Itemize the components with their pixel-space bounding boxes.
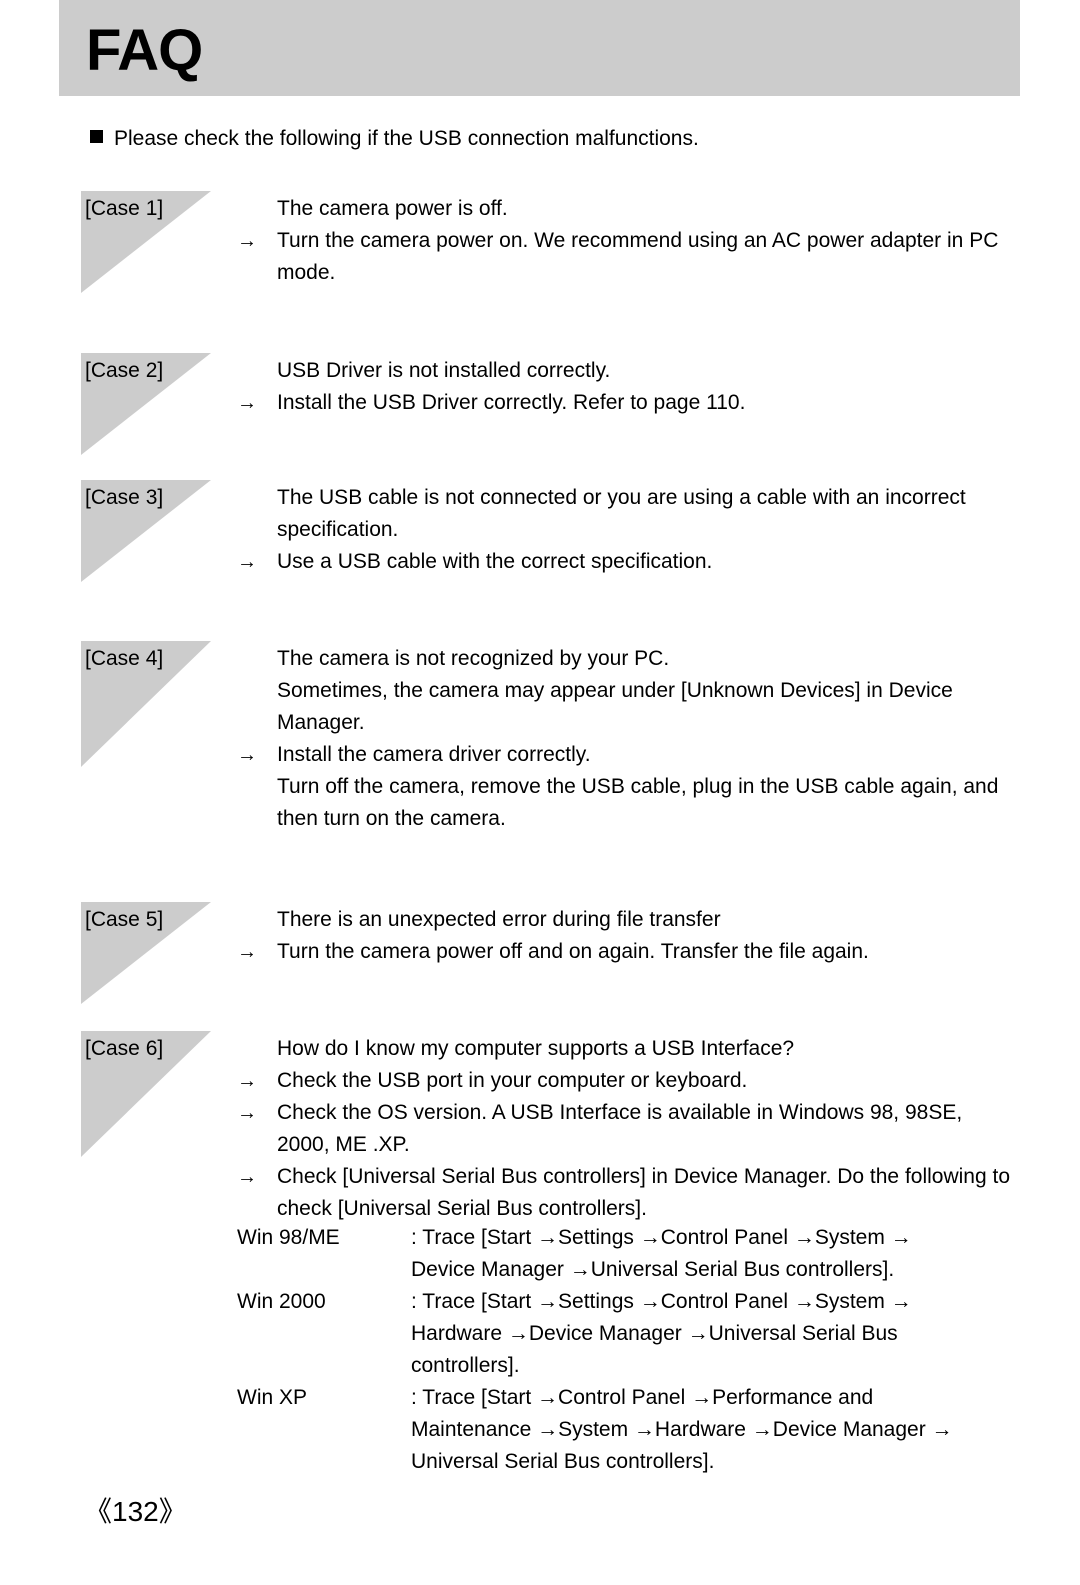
case-line: Turn off the camera, remove the USB cabl… (237, 771, 1011, 803)
right-arrow-icon: → (237, 1102, 257, 1124)
case-line-text: Turn the camera power on. We recommend u… (277, 229, 999, 252)
right-arrow-icon: → (237, 392, 257, 414)
page-header-band: FAQ (59, 0, 1020, 96)
case-line-text: specification. (277, 518, 399, 541)
case-line: → Install the USB Driver correctly. Refer… (237, 387, 1011, 419)
case-label: [Case 1] (85, 197, 164, 220)
windows-trace-row-group: Win 98/ME : Trace [Start →Settings →Contr… (237, 1222, 1011, 1286)
case-line-text: 2000, ME .XP. (277, 1133, 410, 1156)
windows-trace-row-group: Win 2000 : Trace [Start →Settings →Contro… (237, 1286, 1011, 1382)
windows-trace-continuation: Maintenance →System →Hardware →Device Ma… (411, 1418, 953, 1441)
case-line: The camera power is off. (237, 193, 1011, 225)
right-arrow-icon: → (237, 1166, 257, 1188)
windows-trace-steps: : Trace [Start →Control Panel →Performan… (411, 1386, 874, 1409)
windows-trace-continuation: Device Manager →Universal Serial Bus con… (411, 1258, 895, 1281)
case-line-text: then turn on the camera. (277, 807, 506, 830)
windows-trace-row: Win XP : Trace [Start →Control Panel →Per… (237, 1382, 1011, 1414)
windows-trace-continuation: Universal Serial Bus controllers]. (411, 1450, 715, 1473)
case-label: [Case 4] (85, 647, 164, 670)
faq-case-block: [Case 5] There is an unexpected error dur… (81, 896, 1011, 1004)
case-line: → Check [Universal Serial Bus controllers… (237, 1161, 1011, 1193)
windows-version-label: Win 98/ME (237, 1226, 340, 1249)
case-line-text: Install the camera driver correctly. (277, 743, 591, 766)
intro-text: Please check the following if the USB co… (114, 127, 699, 150)
case-line: → Turn the camera power off and on again.… (237, 936, 1011, 968)
case-lines: The camera power is off. → Turn the camera… (237, 185, 1011, 289)
case-line: specification. (237, 514, 1011, 546)
faq-case-block: [Case 1] The camera power is off. → Turn th… (81, 185, 1011, 293)
case-line-text: Manager. (277, 711, 365, 734)
case-label: [Case 5] (85, 908, 164, 931)
case-line-text: There is an unexpected error during file… (277, 908, 721, 931)
windows-trace-continuation: Hardware →Device Manager →Universal Seri… (411, 1322, 898, 1345)
case-label: [Case 2] (85, 359, 164, 382)
case-line: USB Driver is not installed correctly. (237, 355, 1011, 387)
case-label: [Case 6] (85, 1037, 164, 1060)
case-lines: There is an unexpected error during file… (237, 896, 1011, 968)
case-line: → Turn the camera power on. We recommend … (237, 225, 1011, 257)
case-line-text: USB Driver is not installed correctly. (277, 359, 611, 382)
windows-version-label: Win XP (237, 1386, 308, 1409)
case-line-text: Use a USB cable with the correct specifi… (277, 550, 713, 573)
right-arrow-icon: → (237, 941, 257, 963)
right-arrow-icon: → (237, 230, 257, 252)
case-label: [Case 3] (85, 486, 164, 509)
right-arrow-icon: → (237, 551, 257, 573)
case-line-text: How do I know my computer supports a USB… (277, 1037, 795, 1060)
case-line: The camera is not recognized by your PC. (237, 643, 1011, 675)
filled-square-bullet-icon (90, 130, 103, 143)
windows-trace-row: Win 2000 : Trace [Start →Settings →Contro… (237, 1286, 1011, 1318)
windows-trace-row: Win 98/ME : Trace [Start →Settings →Contr… (237, 1222, 1011, 1254)
faq-case-block: [Case 6] How do I know my computer suppor… (81, 1025, 1011, 1225)
faq-case-block: [Case 3] The USB cable is not connected o… (81, 474, 1011, 582)
case-line-text: The camera is not recognized by your PC. (277, 647, 670, 670)
case-line-text: The camera power is off. (277, 197, 508, 220)
page-title: FAQ (86, 18, 203, 83)
case-line: The USB cable is not connected or you ar… (237, 482, 1011, 514)
windows-trace-table: Win 98/ME : Trace [Start →Settings →Contr… (81, 1222, 1011, 1478)
intro-row: Please check the following if the USB co… (90, 126, 699, 152)
case-line-text: Install the USB Driver correctly. Refer … (277, 391, 746, 414)
case-line: Manager. (237, 707, 1011, 739)
case-line: → Install the camera driver correctly. (237, 739, 1011, 771)
case-line: check [Universal Serial Bus controllers]… (237, 1193, 1011, 1225)
case-lines: The USB cable is not connected or you ar… (237, 474, 1011, 578)
case-line: 2000, ME .XP. (237, 1129, 1011, 1161)
case-line: → Use a USB cable with the correct specif… (237, 546, 1011, 578)
case-line-text: Turn off the camera, remove the USB cabl… (277, 775, 999, 798)
case-line-text: Sometimes, the camera may appear under [… (277, 679, 953, 702)
case-line: Sometimes, the camera may appear under [… (237, 675, 1011, 707)
case-line: How do I know my computer supports a USB… (237, 1033, 1011, 1065)
windows-trace-steps: : Trace [Start →Settings →Control Panel … (411, 1290, 912, 1313)
windows-trace-continuation: controllers]. (411, 1354, 520, 1377)
case-lines: The camera is not recognized by your PC.… (237, 635, 1011, 835)
case-line-text: The USB cable is not connected or you ar… (277, 486, 966, 509)
case-line: mode. (237, 257, 1011, 289)
right-arrow-icon: → (237, 744, 257, 766)
case-line-text: Check the OS version. A USB Interface is… (277, 1101, 963, 1124)
case-lines: How do I know my computer supports a USB… (237, 1025, 1011, 1225)
case-line-text: check [Universal Serial Bus controllers]… (277, 1197, 647, 1220)
windows-version-label: Win 2000 (237, 1290, 326, 1313)
case-line-text: Check the USB port in your computer or k… (277, 1069, 748, 1092)
case-line: → Check the OS version. A USB Interface i… (237, 1097, 1011, 1129)
right-arrow-icon: → (237, 1070, 257, 1092)
case-line-text: mode. (277, 261, 336, 284)
windows-trace-row-group: Win XP : Trace [Start →Control Panel →Per… (237, 1382, 1011, 1478)
case-line: then turn on the camera. (237, 803, 1011, 835)
faq-case-block: [Case 4] The camera is not recognized by … (81, 635, 1011, 835)
faq-case-block: [Case 2] USB Driver is not installed corr… (81, 347, 1011, 455)
case-line-text: Check [Universal Serial Bus controllers]… (277, 1165, 1011, 1188)
case-line: There is an unexpected error during file… (237, 904, 1011, 936)
case-line: → Check the USB port in your computer or … (237, 1065, 1011, 1097)
windows-trace-steps: : Trace [Start →Settings →Control Panel … (411, 1226, 912, 1249)
case-line-text: Turn the camera power off and on again. … (277, 940, 869, 963)
case-lines: USB Driver is not installed correctly. → I… (237, 347, 1011, 419)
page-number: 《132》 (84, 1496, 187, 1527)
